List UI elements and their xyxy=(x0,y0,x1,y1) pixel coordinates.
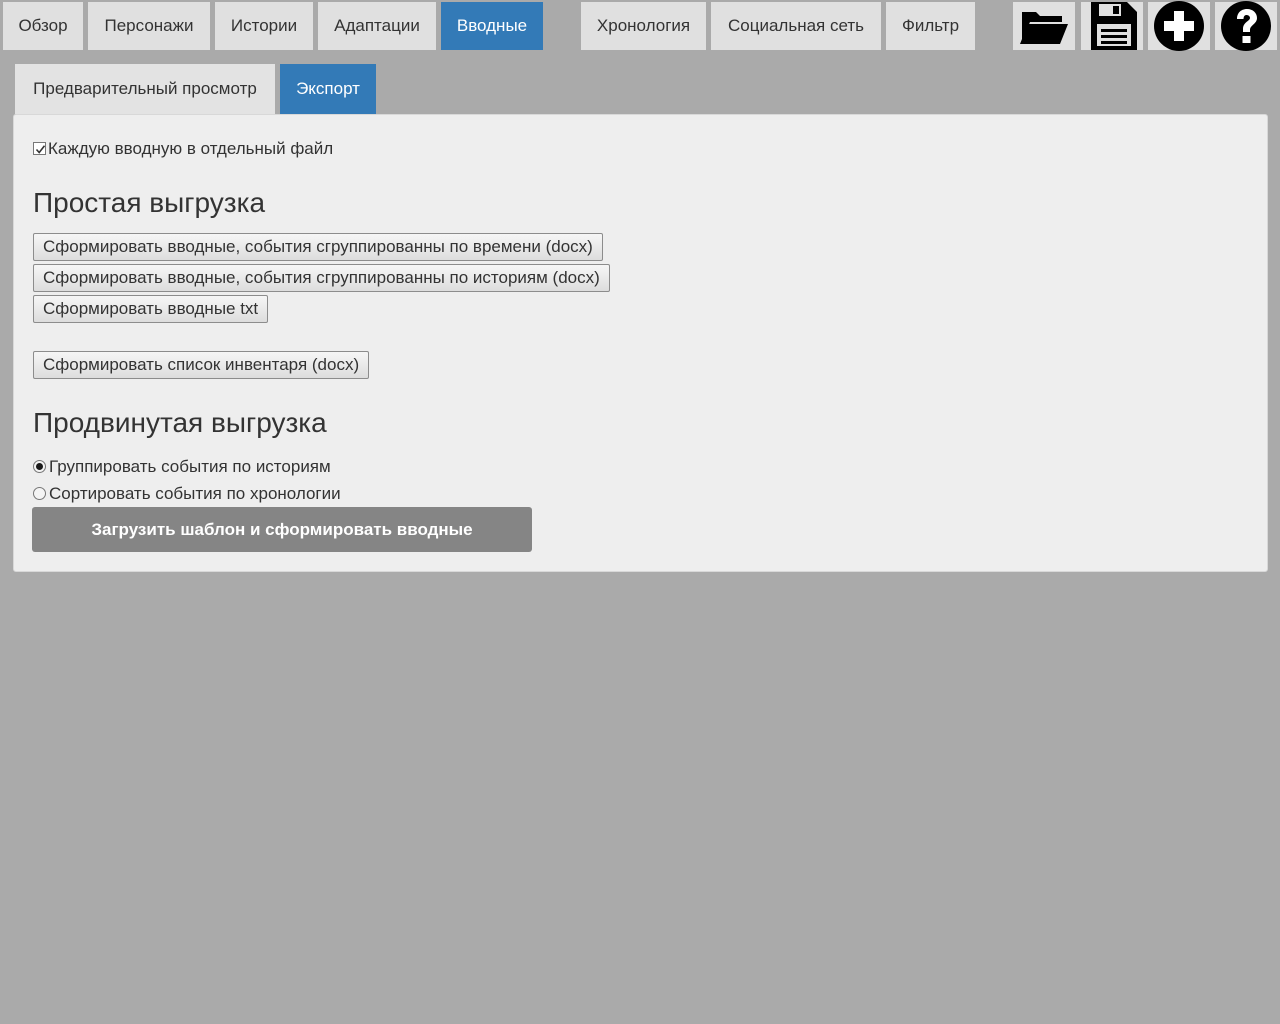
tab-briefings[interactable]: Вводные xyxy=(441,2,543,50)
sort-by-timeline-label: Сортировать события по хронологии xyxy=(49,484,341,503)
simple-export-heading: Простая выгрузка xyxy=(33,187,266,218)
group-by-stories-radio[interactable] xyxy=(33,459,46,473)
generate-txt-button[interactable]: Сформировать вводные txt xyxy=(33,295,269,323)
sort-by-timeline-option[interactable]: Сортировать события по хронологии xyxy=(33,484,341,504)
tab-adaptations[interactable]: Адаптации xyxy=(318,2,436,50)
tab-characters[interactable]: Персонажи xyxy=(88,2,210,50)
generate-inventory-docx-button[interactable]: Сформировать список инвентаря (docx) xyxy=(33,351,370,379)
tab-timeline[interactable]: Хронология xyxy=(581,2,706,50)
export-panel: Каждую вводную в отдельный файл Простая … xyxy=(13,114,1268,572)
separate-files-label: Каждую вводную в отдельный файл xyxy=(48,139,334,158)
advanced-export-heading: Продвинутая выгрузка xyxy=(33,407,327,438)
save-button[interactable] xyxy=(1081,2,1143,50)
subtab-preview[interactable]: Предварительный просмотр xyxy=(15,64,275,114)
load-template-generate-button[interactable]: Загрузить шаблон и сформировать вводные xyxy=(32,507,532,552)
generate-by-time-docx-button[interactable]: Сформировать вводные, события сгруппиров… xyxy=(33,233,603,261)
open-file-button[interactable] xyxy=(1013,2,1075,50)
tab-social-network[interactable]: Социальная сеть xyxy=(711,2,881,50)
tab-stories[interactable]: Истории xyxy=(215,2,313,50)
tab-overview[interactable]: Обзор xyxy=(3,2,83,50)
plus-circle-icon xyxy=(1154,1,1204,51)
add-button[interactable] xyxy=(1148,1,1210,51)
group-by-stories-label: Группировать события по историям xyxy=(49,457,331,476)
floppy-disk-icon xyxy=(1091,2,1137,50)
top-navigation: Обзор Персонажи Истории Адаптации Вводны… xyxy=(0,0,1280,52)
folder-open-icon xyxy=(1020,12,1068,44)
tab-filter[interactable]: Фильтр xyxy=(886,2,975,50)
question-circle-icon xyxy=(1221,1,1271,51)
separate-files-checkbox[interactable] xyxy=(33,141,46,155)
separate-files-option[interactable]: Каждую вводную в отдельный файл xyxy=(33,139,333,159)
group-by-stories-option[interactable]: Группировать события по историям xyxy=(33,457,331,477)
sort-by-timeline-radio[interactable] xyxy=(33,486,46,500)
subtab-export[interactable]: Экспорт xyxy=(280,64,376,114)
generate-by-stories-docx-button[interactable]: Сформировать вводные, события сгруппиров… xyxy=(33,264,610,292)
help-button[interactable] xyxy=(1215,1,1277,51)
checkmark-icon xyxy=(35,144,46,154)
